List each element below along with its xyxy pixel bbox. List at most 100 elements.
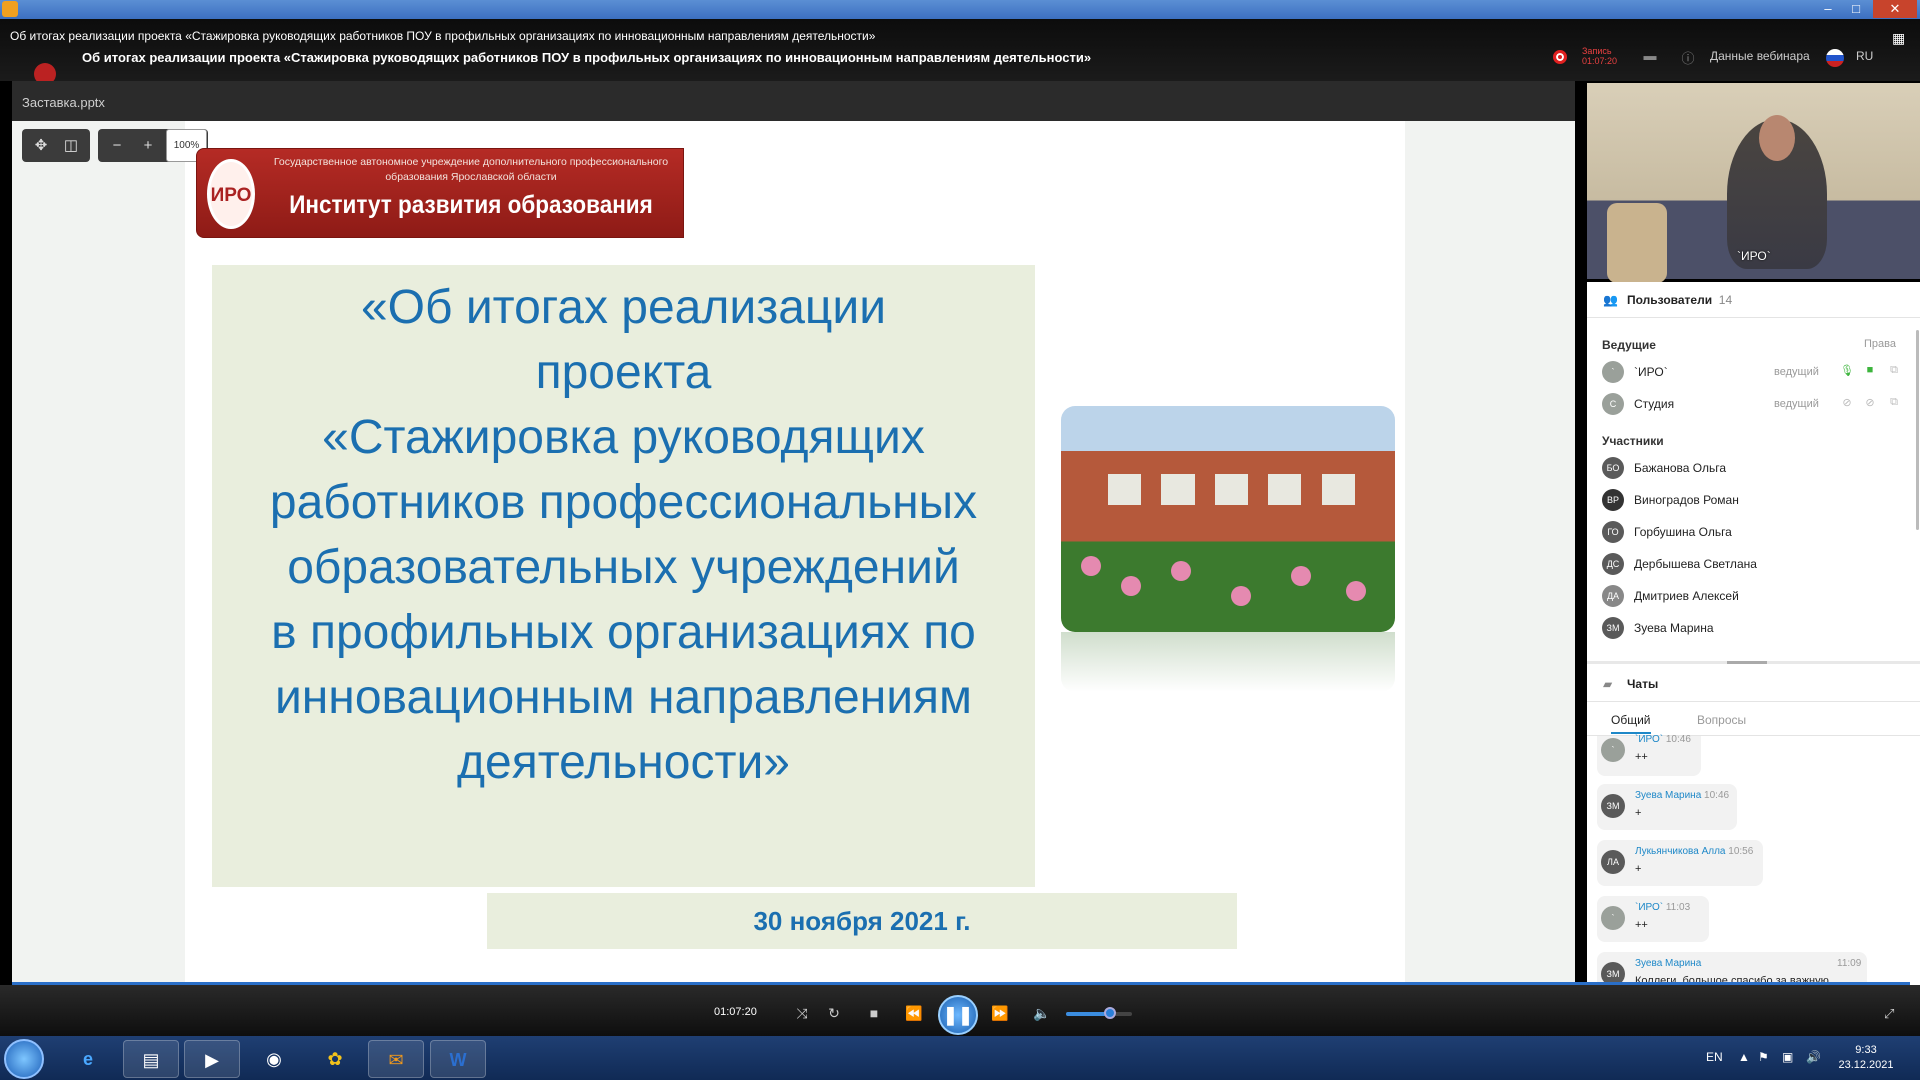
user-name: Дербышева Светлана [1634,557,1757,571]
move-icon[interactable]: ✥ [26,129,56,162]
chats-header[interactable]: ▰ Чаты [1587,666,1920,702]
fullscreen-icon[interactable]: ⤢ [1884,1006,1894,1022]
media-player-icon[interactable]: ▶ [184,1040,240,1078]
user-name: Дмитриев Алексей [1634,589,1739,603]
word-icon[interactable]: W [430,1040,486,1078]
camera-feed[interactable]: `ИРО` [1587,83,1920,283]
avatar: С [1602,393,1624,415]
users-header[interactable]: 👥 Пользователи 14 [1587,282,1920,318]
app-icon[interactable]: ✿ [307,1040,363,1078]
close-button[interactable]: ✕ [1873,0,1917,18]
zoom-out-button[interactable]: − [102,129,132,162]
presentation-toolbar [12,81,1575,121]
record-time: 01:07:20 [1582,56,1618,66]
keyboard-language[interactable]: EN [1706,1050,1723,1064]
fit-width-icon[interactable]: ◫ [56,129,86,162]
message-author: `ИРО` 11:03 [1635,902,1691,913]
participant-row[interactable]: ДА Дмитриев Алексей [1602,585,1902,609]
message-time: 11:03 [1665,902,1691,913]
flag-tray-icon[interactable]: ⚑ [1758,1050,1769,1064]
webinar-header: Об итогах реализации проекта «Стажировка… [0,19,1920,85]
volume-knob[interactable] [1104,1007,1116,1019]
start-button[interactable] [4,1039,44,1079]
player-title-bar[interactable]: – □ ✕ [0,0,1920,19]
avatar: ДС [1602,553,1624,575]
zoom-in-button[interactable]: + [133,129,163,162]
rights-label: Права [1864,338,1896,350]
camera-label: `ИРО` [1737,249,1771,263]
video-title: Об итогах реализации проекта «Стажировка… [10,29,876,43]
shuffle-icon[interactable]: ⤨ [790,1001,814,1025]
user-name: Студия [1634,397,1675,411]
avatar: ЗМ [1601,794,1625,818]
photo-flower [1121,576,1141,596]
participant-row[interactable]: ДС Дербышева Светлана [1602,553,1902,577]
photo-window [1268,473,1302,506]
photo-flower [1346,581,1366,601]
photo-window [1321,473,1355,506]
webinar-info-link[interactable]: Данные вебинара [1710,49,1810,63]
chrome-icon[interactable]: ◉ [246,1040,302,1078]
pause-button[interactable]: ❚❚ [938,995,978,1035]
avatar: ГО [1602,521,1624,543]
file-explorer-icon[interactable]: ▤ [123,1040,179,1078]
tab-general[interactable]: Общий [1611,713,1651,734]
internet-explorer-icon[interactable]: e [60,1040,116,1078]
avatar: ` [1601,906,1625,930]
participant-row[interactable]: ГО Горбушина Ольга [1602,521,1902,545]
avatar: ВР [1602,489,1624,511]
network-icon[interactable]: ▣ [1782,1050,1793,1064]
host-row[interactable]: ` `ИРО` ведущий 🎙 ■ ⧉ [1602,361,1902,385]
outlook-icon[interactable]: ✉ [368,1040,424,1078]
camera-off-icon[interactable]: ⊘ [1862,396,1878,412]
resize-grip [1727,661,1767,664]
rewind-button[interactable]: ⏪ [902,1001,926,1025]
repeat-icon[interactable]: ↻ [822,1001,846,1025]
speaker-tray-icon[interactable]: 🔊 [1806,1050,1821,1064]
tab-questions[interactable]: Вопросы [1697,713,1746,727]
user-role: ведущий [1774,366,1819,378]
folder-icon[interactable]: ▬ [1642,48,1658,64]
chat-message: ЛА Лукьянчикова Алла 10:56 + [1597,840,1763,886]
screen-share-icon[interactable]: ⧉ [1886,364,1902,380]
photo-reflection [1061,632,1395,692]
message-time: 10:46 [1704,790,1730,801]
message-time: 10:46 [1665,734,1691,745]
chat-message: ЗМ Зуева Марина 10:46 + [1597,784,1737,830]
record-status: Запись 01:07:20 [1582,46,1617,66]
volume-icon[interactable]: 🔈 [1030,1001,1054,1025]
layout-grid-icon[interactable]: ▦ [1892,30,1908,46]
users-count: 14 [1718,293,1733,307]
photo-flower [1171,561,1191,581]
participant-row[interactable]: БО Бажанова Ольга [1602,457,1902,481]
maximize-button[interactable]: □ [1842,0,1870,18]
camera-icon[interactable]: ■ [1862,364,1878,380]
user-name: Бажанова Ольга [1634,461,1727,475]
playback-time: 01:07:20 [714,1006,757,1018]
russian-flag-icon[interactable] [1826,49,1844,67]
microphone-off-icon[interactable]: ⊘ [1839,396,1855,412]
photo-flower [1231,586,1251,606]
fast-forward-button[interactable]: ⏩ [988,1001,1012,1025]
seek-bar[interactable] [12,982,1910,985]
volume-slider[interactable] [1066,1007,1132,1019]
taskbar-clock[interactable]: 9:33 23.12.2021 [1836,1043,1896,1073]
host-row[interactable]: С Студия ведущий ⊘ ⊘ ⧉ [1602,393,1902,417]
chat-icon: ▰ [1603,677,1613,691]
photo-flower [1291,566,1311,586]
institute-banner: ИРО Государственное автономное учреждени… [196,148,684,238]
tray-expand-icon[interactable]: ▲ [1738,1050,1750,1064]
participant-row[interactable]: ЗМ Зуева Марина [1602,617,1902,641]
building-photo [1061,406,1395,632]
stop-button[interactable]: ■ [862,1001,886,1025]
info-icon[interactable]: ⓘ [1680,48,1696,66]
minimize-button[interactable]: – [1814,0,1842,18]
microphone-icon[interactable]: 🎙 [1839,364,1855,380]
chats-title: Чаты [1627,677,1659,691]
screen-share-icon[interactable]: ⧉ [1886,396,1902,412]
panel-resize-handle[interactable] [1587,661,1920,664]
avatar: ЗМ [1602,617,1624,639]
participant-row[interactable]: ВР Виноградов Роман [1602,489,1902,513]
users-scrollbar[interactable] [1916,330,1919,530]
language-selector[interactable]: RU [1856,49,1873,63]
